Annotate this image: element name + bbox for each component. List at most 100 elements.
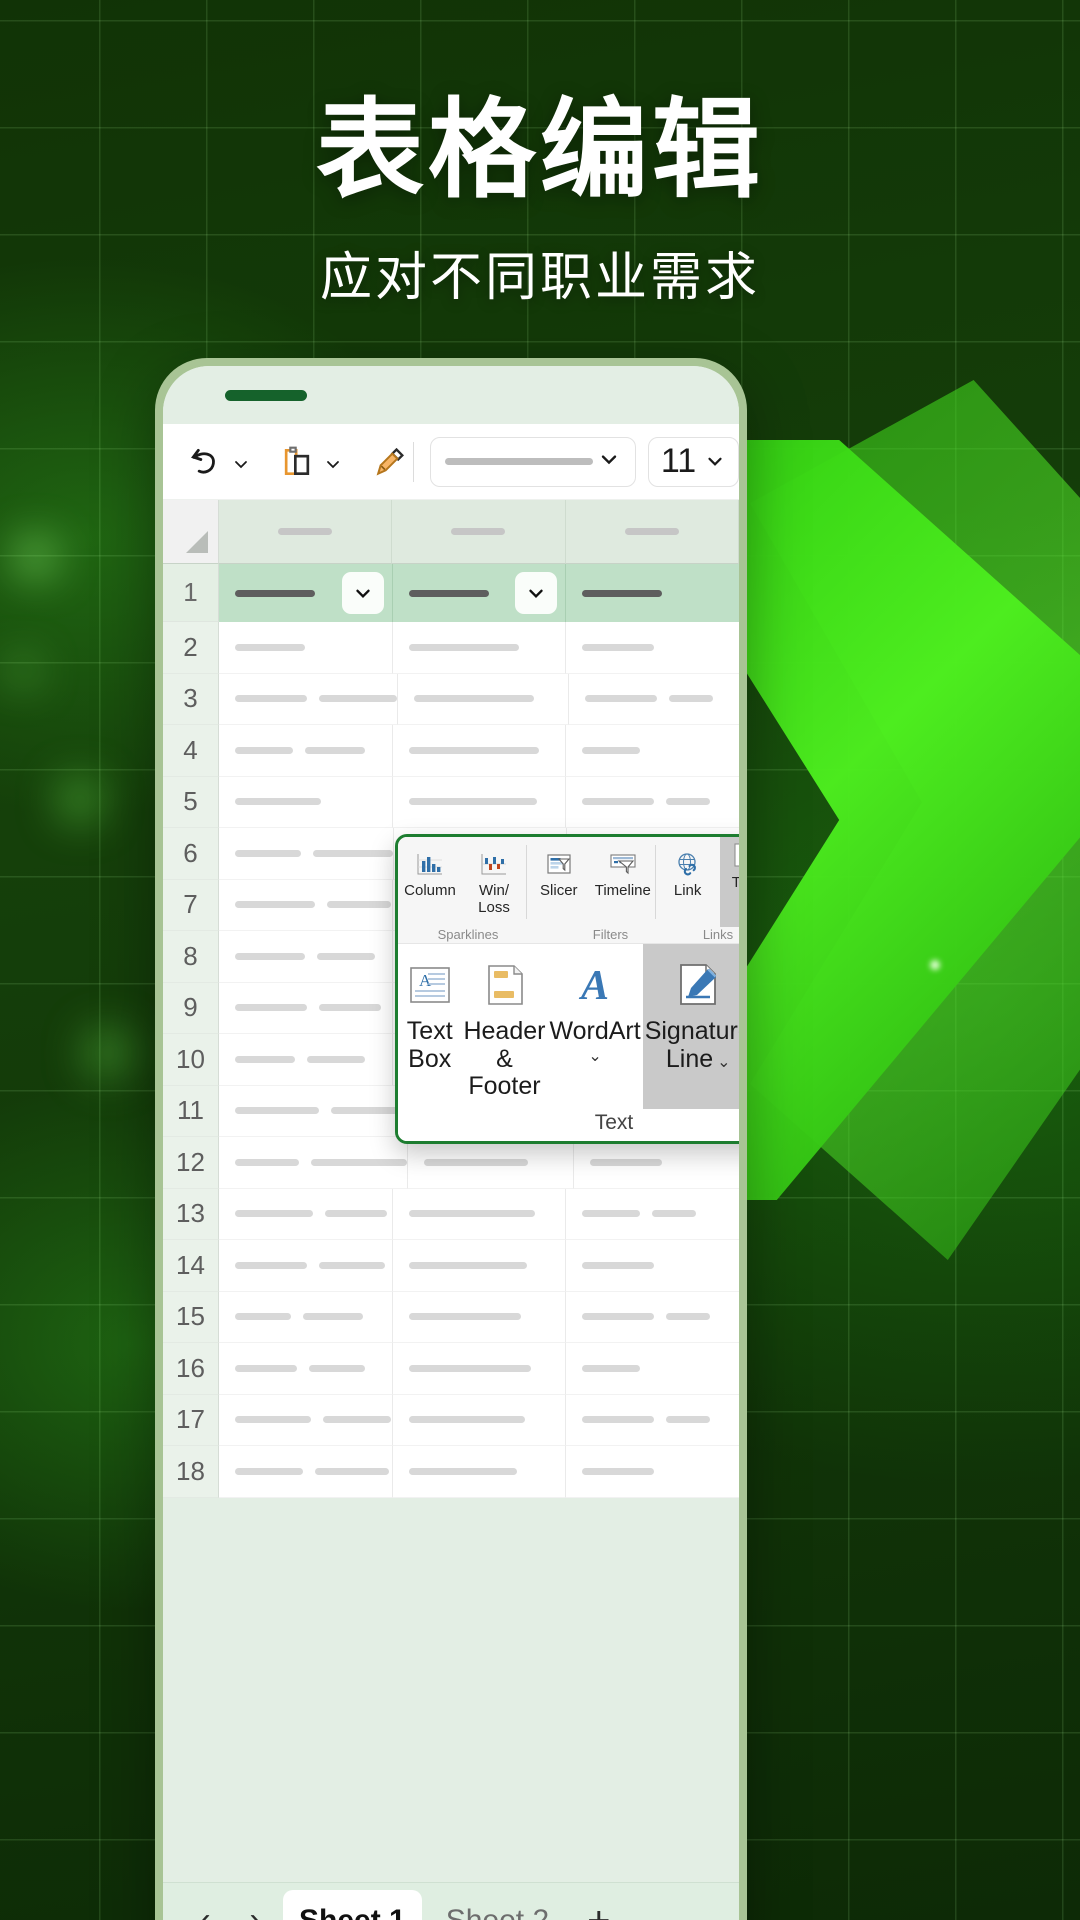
table-row[interactable]: 13: [163, 1188, 739, 1240]
row-number[interactable]: 6: [163, 828, 219, 880]
table-cell[interactable]: [392, 776, 567, 828]
table-cell[interactable]: [566, 1188, 739, 1240]
chevron-right-icon[interactable]: ›: [233, 1899, 277, 1920]
table-cell[interactable]: [219, 776, 393, 828]
flyout-item-header-footer[interactable]: Header & Footer: [461, 944, 547, 1109]
table-row[interactable]: 17: [163, 1394, 739, 1446]
filter-dropdown-button[interactable]: [515, 572, 558, 614]
table-row[interactable]: 14: [163, 1240, 739, 1292]
table-header-row[interactable]: 1: [163, 564, 739, 622]
table-row[interactable]: 18: [163, 1446, 739, 1498]
chevron-down-icon[interactable]: [597, 447, 621, 476]
row-number[interactable]: 4: [163, 725, 219, 777]
table-cell[interactable]: [566, 1446, 739, 1498]
ribbon-item-column[interactable]: Column: [398, 845, 462, 899]
column-header-cell[interactable]: [565, 500, 739, 564]
table-cell[interactable]: [574, 1137, 739, 1189]
filter-dropdown-button[interactable]: [341, 572, 384, 614]
table-cell[interactable]: [392, 1188, 567, 1240]
row-number[interactable]: 12: [163, 1137, 219, 1189]
row-number[interactable]: 11: [163, 1085, 219, 1137]
row-number[interactable]: 8: [163, 931, 219, 983]
table-cell[interactable]: [219, 1188, 393, 1240]
chevron-down-icon[interactable]: ⌄: [588, 1048, 601, 1063]
sheet-tab-active[interactable]: Sheet 1: [283, 1889, 422, 1920]
undo-button[interactable]: [185, 442, 247, 482]
table-row[interactable]: 4: [163, 725, 739, 777]
drag-handle[interactable]: [225, 390, 307, 401]
table-cell[interactable]: [219, 879, 393, 931]
row-number[interactable]: 1: [163, 564, 219, 622]
select-all-triangle-icon[interactable]: [163, 500, 219, 564]
ribbon-item-link[interactable]: Link: [656, 845, 720, 899]
table-cell[interactable]: [219, 1394, 393, 1446]
font-name-select[interactable]: [429, 436, 637, 487]
table-row[interactable]: 3: [163, 673, 739, 725]
table-cell[interactable]: [392, 1240, 567, 1292]
row-number[interactable]: 5: [163, 776, 219, 828]
table-cell[interactable]: [219, 725, 393, 777]
chevron-down-icon[interactable]: [323, 454, 339, 470]
table-cell[interactable]: [219, 1085, 410, 1137]
table-cell[interactable]: [392, 1446, 567, 1498]
table-cell[interactable]: [408, 1137, 574, 1189]
header-cell[interactable]: [566, 564, 739, 622]
table-cell[interactable]: [219, 622, 393, 674]
table-cell[interactable]: [219, 982, 393, 1034]
row-number[interactable]: 18: [163, 1446, 219, 1498]
row-number[interactable]: 10: [163, 1034, 219, 1086]
row-number[interactable]: 13: [163, 1188, 219, 1240]
flyout-item-wordart[interactable]: A WordArt ⌄: [547, 944, 642, 1109]
table-cell[interactable]: [219, 1343, 393, 1395]
ribbon-item-slicer[interactable]: Slicer: [527, 845, 591, 899]
table-cell[interactable]: [219, 1446, 393, 1498]
table-row[interactable]: 15: [163, 1291, 739, 1343]
ribbon-item-text[interactable]: A Text ⌄: [719, 837, 739, 927]
table-cell[interactable]: [219, 673, 398, 725]
table-cell[interactable]: [219, 1240, 393, 1292]
sheet-tab[interactable]: Sheet 2: [428, 1890, 567, 1920]
insert-ribbon-popup[interactable]: Column Win/Loss Slicer Timeline Link T S…: [395, 834, 739, 1144]
column-header-cell[interactable]: [392, 500, 566, 564]
chevron-down-icon[interactable]: [704, 442, 726, 481]
row-number[interactable]: 2: [163, 622, 219, 674]
row-number[interactable]: 9: [163, 982, 219, 1034]
table-cell[interactable]: [219, 1034, 393, 1086]
table-cell[interactable]: [392, 622, 567, 674]
table-cell[interactable]: [392, 725, 567, 777]
format-painter-button[interactable]: [369, 442, 409, 482]
table-cell[interactable]: [392, 1343, 567, 1395]
flyout-item-signature-line[interactable]: SignatureLine⌄: [642, 944, 739, 1109]
row-number[interactable]: 3: [163, 673, 219, 725]
paste-button[interactable]: [277, 442, 339, 482]
table-cell[interactable]: [566, 1343, 739, 1395]
column-header-cell[interactable]: [219, 500, 393, 564]
ribbon-item-timeline[interactable]: Timeline: [591, 845, 655, 899]
table-cell[interactable]: [566, 1240, 739, 1292]
chevron-down-icon[interactable]: ⌄: [717, 1054, 730, 1071]
table-cell[interactable]: [219, 1291, 393, 1343]
header-cell[interactable]: [393, 564, 567, 622]
table-row[interactable]: 16: [163, 1343, 739, 1395]
font-size-select[interactable]: 11: [648, 436, 739, 487]
row-number[interactable]: 7: [163, 879, 219, 931]
chevron-down-icon[interactable]: [231, 454, 247, 470]
row-number[interactable]: 15: [163, 1291, 219, 1343]
text-group-flyout[interactable]: A Text Box Header & Footer A WordArt ⌄ S…: [398, 943, 739, 1109]
add-sheet-button[interactable]: +: [573, 1901, 624, 1920]
table-cell[interactable]: [219, 828, 394, 880]
table-cell[interactable]: [566, 725, 739, 777]
row-number[interactable]: 16: [163, 1343, 219, 1395]
table-cell[interactable]: [566, 1291, 739, 1343]
table-cell[interactable]: [392, 1394, 567, 1446]
table-cell[interactable]: [566, 622, 739, 674]
table-cell[interactable]: [219, 931, 393, 983]
table-cell[interactable]: [398, 673, 569, 725]
chevron-left-icon[interactable]: ‹: [183, 1899, 227, 1920]
table-cell[interactable]: [219, 1137, 408, 1189]
table-row[interactable]: 2: [163, 622, 739, 674]
flyout-item-text-box[interactable]: A Text Box: [398, 944, 461, 1109]
row-number[interactable]: 17: [163, 1394, 219, 1446]
table-cell[interactable]: [566, 776, 739, 828]
table-cell[interactable]: [392, 1291, 567, 1343]
